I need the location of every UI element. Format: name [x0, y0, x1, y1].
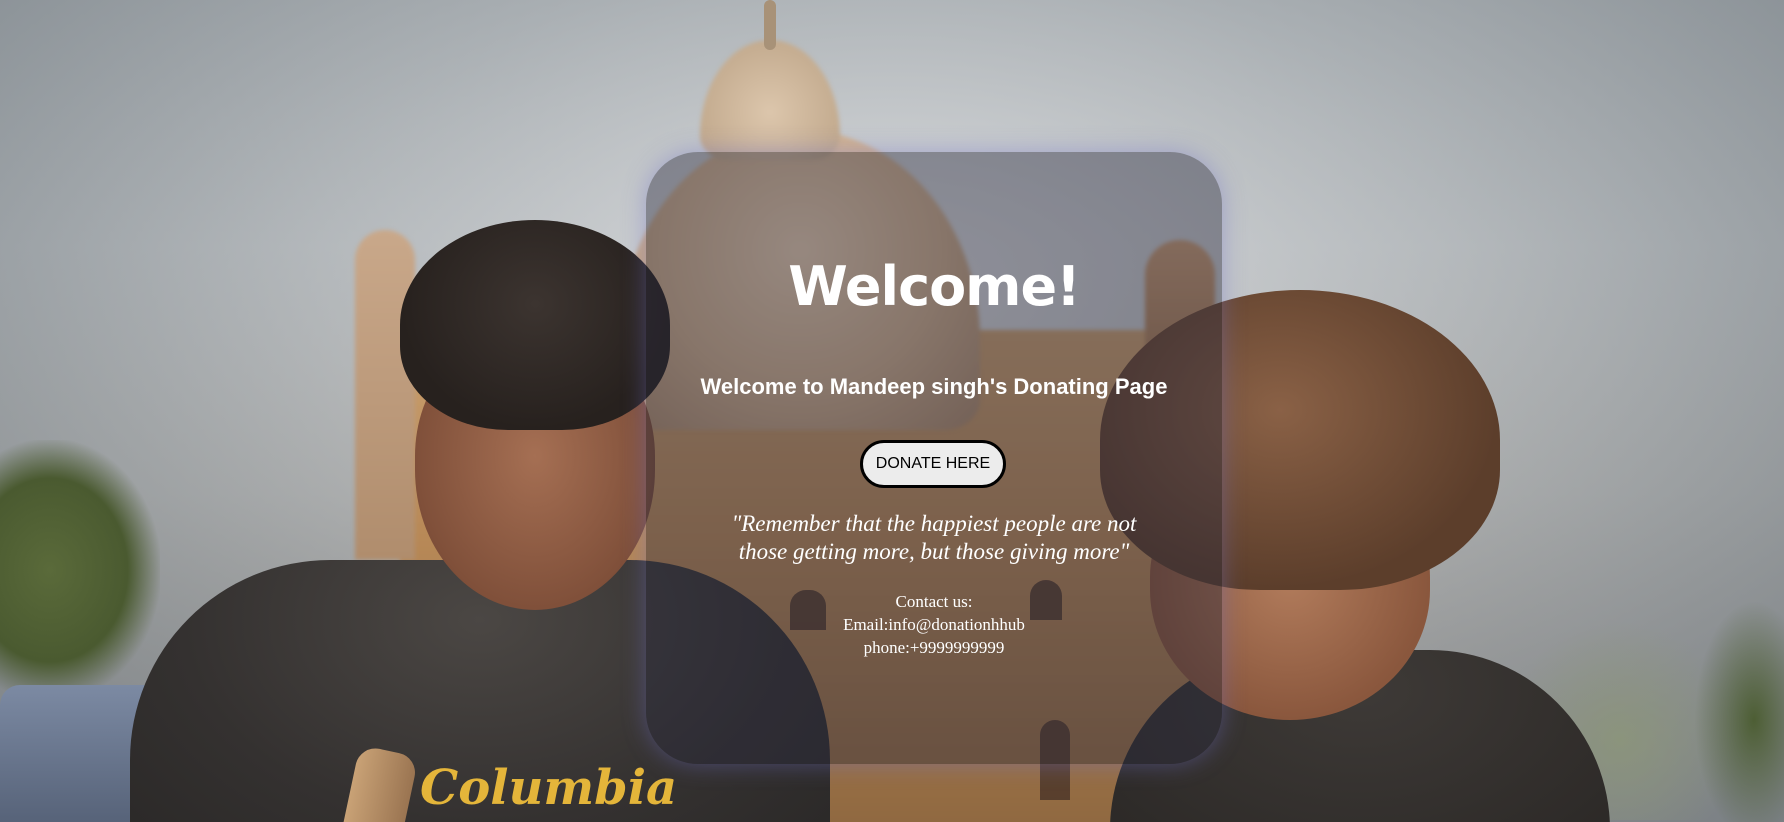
contact-phone: phone:+9999999999: [863, 638, 1005, 657]
page-subtitle: Welcome to Mandeep singh's Donating Page: [700, 374, 1168, 399]
donate-button[interactable]: DONATE HERE: [860, 440, 1006, 488]
contact-email: Email:info@donationhhub: [843, 615, 1025, 634]
contact-title: Contact us:: [895, 592, 973, 611]
quote: "Remember that the happiest people are n…: [696, 510, 1172, 566]
welcome-card: Welcome! Welcome to Mandeep singh's Dona…: [646, 152, 1222, 764]
contact-info: Contact us: Email:info@donationhhub phon…: [646, 590, 1222, 659]
tree-right: [1694, 600, 1784, 822]
child-left-hair: [400, 220, 670, 430]
shirt-logo: Columbia: [420, 760, 678, 816]
quote-line-2: those getting more, but those giving mor…: [738, 539, 1130, 564]
page-title: Welcome!: [788, 255, 1080, 318]
tomb-spire: [764, 0, 776, 50]
quote-line-1: "Remember that the happiest people are n…: [731, 511, 1137, 536]
